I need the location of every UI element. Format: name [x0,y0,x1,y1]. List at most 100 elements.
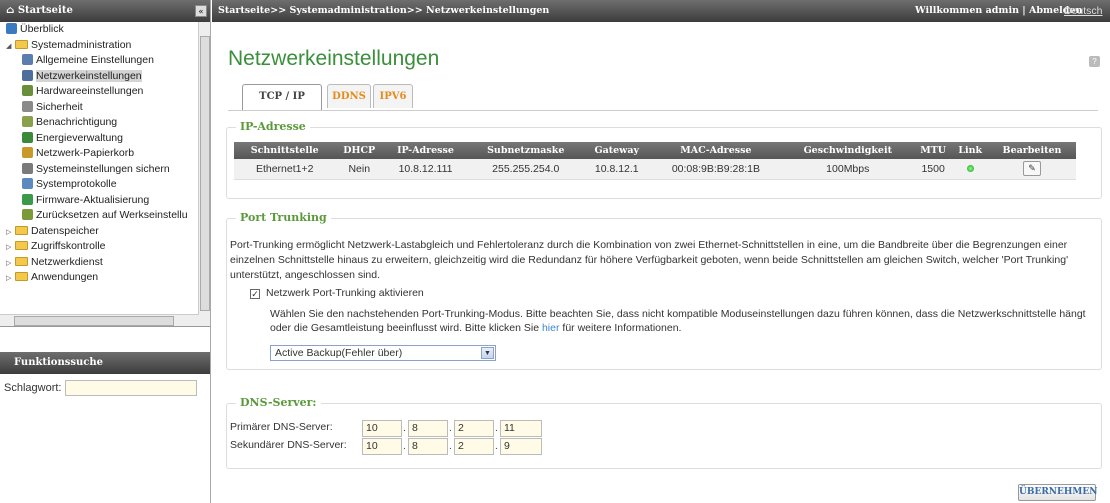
vertical-scrollbar[interactable] [198,22,210,326]
secondary-dns-octet-2[interactable]: 8 [408,438,448,455]
column-header: Geschwindigkeit [781,142,914,159]
sidebar-item[interactable]: ◢ Systemadministration [0,38,210,54]
sidebar-item-label: Datenspeicher [31,224,99,237]
collapse-sidebar-button[interactable]: « [195,5,207,17]
backup-icon [22,162,33,174]
keyword-input[interactable] [65,380,198,396]
sidebar-item[interactable]: Firmware-Aktualisierung [0,193,210,209]
more-info-link[interactable]: hier [542,322,560,334]
octet-separator: . [449,423,452,434]
ip-address-legend: IP-Adresse [236,120,310,133]
sidebar-item[interactable]: Systemprotokolle [0,177,210,193]
expanded-arrow-icon[interactable]: ◢ [6,39,13,55]
sidebar-item-label: Überblick [20,23,64,35]
horizontal-scrollbar[interactable] [0,314,199,326]
table-row: Ethernet1+2 Nein 10.8.12.111 255.255.254… [234,159,1076,180]
sidebar-item[interactable]: Netzwerkeinstellungen [0,69,210,85]
port-trunking-checkbox-row[interactable]: ✓ Netzwerk Port-Trunking aktivieren [250,287,424,299]
ip-cell: 10.8.12.111 [383,159,468,180]
sidebar-item[interactable]: Systemeinstellungen sichern [0,162,210,178]
port-trunking-legend: Port Trunking [236,211,331,224]
function-search-header: Funktionssuche [0,352,210,374]
welcome-logout[interactable]: Willkommen admin | Abmelden [915,0,1082,22]
function-search-title: Funktionssuche [14,357,104,368]
primary-dns-octet-3[interactable]: 2 [454,420,494,437]
collapsed-arrow-icon[interactable]: ▷ [6,225,13,241]
folder-open-icon [15,39,28,49]
home-icon: ⌂ [6,5,18,16]
edit-icon[interactable]: ✎ [1022,161,1041,177]
primary-dns-octet-4[interactable]: 11 [500,420,542,437]
tab-ddns[interactable]: DDNS [327,84,371,108]
speed-cell: 100Mbps [781,159,914,180]
folder-icon [15,256,28,266]
scrollbar-thumb[interactable] [14,316,174,326]
hardware-icon [22,85,33,96]
sidebar-item[interactable]: Energieverwaltung [0,131,210,147]
trunking-mode-select[interactable]: Active Backup(Fehler über) ▼ [270,345,496,361]
octet-separator: . [495,441,498,452]
folder-icon [15,241,28,250]
sidebar-item[interactable]: Hardwareeinstellungen [0,84,210,100]
tab-ipv6[interactable]: IPV6 [373,84,413,108]
note-text-end: für weitere Informationen. [559,322,682,334]
breadcrumb: Startseite>> Systemadministration>> Netz… [218,5,550,16]
sidebar-item-label: Netzwerkdienst [31,255,103,268]
collapsed-arrow-icon[interactable]: ▷ [6,240,13,256]
overview-icon [6,23,17,34]
sidebar-item[interactable]: Sicherheit [0,100,210,116]
tab-tcpip[interactable]: TCP / IP [242,84,322,110]
sidebar-item-label: Allgemeine Einstellungen [36,54,154,66]
lock-icon [22,100,33,112]
scrollbar-thumb[interactable] [200,36,210,311]
link-cell [952,159,988,180]
octet-separator: . [403,423,406,434]
chevron-down-icon[interactable]: ▼ [481,347,494,359]
interface-cell: Ethernet1+2 [234,159,336,180]
secondary-dns-octet-1[interactable]: 10 [362,438,402,455]
keyword-label: Schlagwort: [4,381,62,394]
sidebar-item-label: Systemprotokolle [36,178,117,190]
help-icon[interactable]: ? [1089,56,1100,67]
sidebar-item-label: Netzwerkeinstellungen [36,69,142,82]
sidebar-item[interactable]: Überblick [0,22,210,38]
column-header: Subnetzmaske [467,142,584,159]
language-select[interactable]: Deutsch [1064,0,1103,22]
secondary-dns-octet-4[interactable]: 9 [500,438,542,455]
sidebar-item[interactable]: ▷ Zugriffskontrolle [0,239,210,255]
collapsed-arrow-icon[interactable]: ▷ [6,271,13,287]
logs-icon [22,178,33,189]
column-header: MTU [913,142,953,159]
mac-cell: 00:08:9B:B9:28:1B [650,159,782,180]
settings-icon [22,54,33,65]
column-header: Schnittstelle [234,142,336,159]
apply-button[interactable]: ÜBERNEHMEN [1018,484,1097,501]
sidebar-item[interactable]: Benachrichtigung [0,115,210,131]
sidebar-item[interactable]: Netzwerk-Papierkorb [0,146,210,162]
sidebar-item-label: Anwendungen [31,271,99,283]
dns-legend: DNS-Server: [236,396,321,409]
sidebar-item-label: Systemadministration [31,38,132,51]
mtu-cell: 1500 [913,159,953,180]
primary-dns-octet-1[interactable]: 10 [362,420,402,437]
sidebar-item[interactable]: Allgemeine Einstellungen [0,53,210,69]
collapsed-arrow-icon[interactable]: ▷ [6,256,13,272]
port-trunking-checkbox[interactable]: ✓ [250,289,260,299]
column-header: Bearbeiten [987,142,1076,159]
primary-dns-octet-2[interactable]: 8 [408,420,448,437]
sidebar-item-label: Zurücksetzen auf Werkseinstellu [36,209,188,221]
network-icon [22,69,33,81]
sidebar-title: Startseite [17,5,73,16]
subnet-cell: 255.255.254.0 [467,159,584,180]
secondary-dns-label: Sekundärer DNS-Server: [230,439,347,451]
octet-separator: . [449,441,452,452]
column-header: IP-Adresse [383,142,468,159]
sidebar-item-label: Hardwareeinstellungen [36,85,144,97]
sidebar-item[interactable]: ▷ Netzwerkdienst [0,255,210,271]
sidebar-item[interactable]: Zurücksetzen auf Werkseinstellu [0,208,210,224]
dhcp-cell: Nein [335,159,384,180]
folder-icon [15,225,28,235]
sidebar-item[interactable]: ▷ Datenspeicher [0,224,210,240]
sidebar-item[interactable]: ▷ Anwendungen [0,270,210,286]
secondary-dns-octet-3[interactable]: 2 [454,438,494,455]
